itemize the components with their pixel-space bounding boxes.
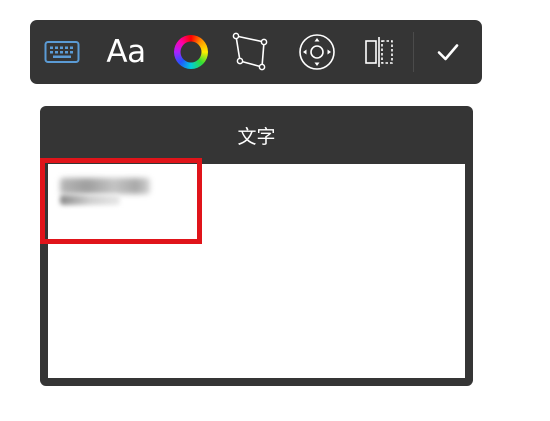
panel-header: 文字	[40, 106, 473, 164]
font-button[interactable]: Aa	[98, 20, 154, 84]
text-panel: 文字	[40, 106, 473, 386]
position-button[interactable]	[292, 20, 342, 84]
keyboard-button[interactable]	[40, 20, 84, 84]
done-button[interactable]	[422, 20, 474, 84]
transform-icon	[231, 32, 271, 72]
position-icon	[297, 32, 337, 72]
keyboard-icon	[44, 40, 80, 64]
transform-button[interactable]	[226, 20, 276, 84]
editing-toolbar: Aa	[30, 20, 482, 84]
flip-icon	[361, 34, 397, 70]
highlight-box	[40, 158, 202, 244]
checkmark-icon	[434, 38, 462, 66]
color-wheel-icon	[172, 33, 210, 71]
color-button[interactable]	[166, 20, 216, 84]
panel-title: 文字	[237, 125, 276, 148]
font-icon: Aa	[106, 33, 146, 70]
flip-button[interactable]	[354, 20, 404, 84]
toolbar-divider	[413, 32, 414, 72]
